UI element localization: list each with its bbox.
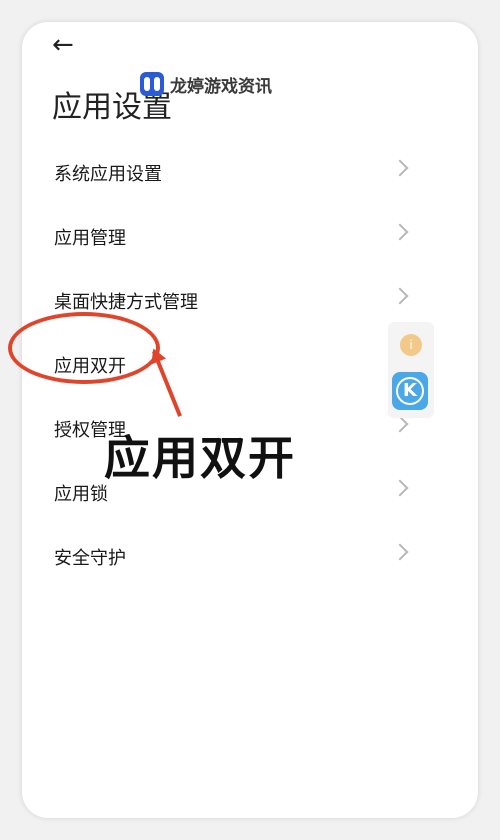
watermark-text: 龙婷游戏资讯	[170, 76, 272, 97]
menu-item-label: 安全守护	[54, 548, 126, 569]
menu-item-label: 应用管理	[54, 228, 126, 249]
chevron-right-icon	[391, 287, 409, 305]
menu-item-label: 系统应用设置	[54, 164, 162, 185]
menu-item-system-app-settings[interactable]: 系统应用设置	[22, 140, 478, 204]
chevron-right-icon	[391, 543, 409, 561]
back-arrow-icon[interactable]: ←	[52, 30, 82, 60]
floating-app-glyph: K	[396, 377, 424, 405]
chevron-right-icon	[391, 159, 409, 177]
watermark: 龙婷游戏资讯	[140, 68, 272, 100]
floating-info-icon[interactable]: i	[400, 334, 422, 356]
watermark-logo-icon	[140, 72, 164, 96]
chevron-right-icon	[391, 223, 409, 241]
chevron-right-icon	[391, 415, 409, 433]
menu-item-app-management[interactable]: 应用管理	[22, 204, 478, 268]
menu-item-security-guard[interactable]: 安全守护	[22, 524, 478, 588]
highlight-ellipse	[8, 312, 160, 384]
floating-assistant-widget[interactable]: i K	[388, 322, 434, 418]
floating-app-icon[interactable]: K	[392, 372, 428, 410]
menu-item-label: 桌面快捷方式管理	[54, 292, 198, 313]
annotation-caption: 应用双开	[104, 431, 296, 485]
settings-screen: ← 应用设置 龙婷游戏资讯 系统应用设置 应用管理 桌面快捷方式管理 应用双开	[22, 22, 478, 818]
menu-item-label: 应用锁	[54, 484, 108, 505]
chevron-right-icon	[391, 479, 409, 497]
screenshot-frame: ← 应用设置 龙婷游戏资讯 系统应用设置 应用管理 桌面快捷方式管理 应用双开	[0, 0, 500, 840]
